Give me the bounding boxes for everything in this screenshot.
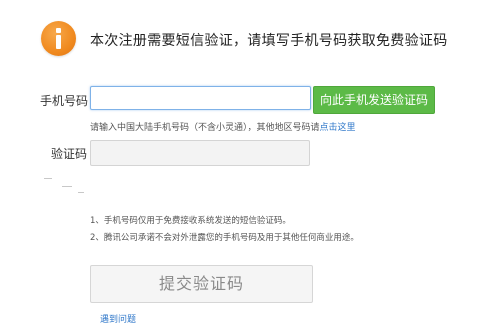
help-link[interactable]: 遇到问题 [100, 312, 136, 325]
speck-mark [44, 178, 52, 179]
notes-list: 1、手机号码仅用于免费接收系统发送的短信验证码。 2、腾讯公司承诺不会对外泄露您… [90, 213, 359, 247]
sms-verification-page: 本次注册需要短信验证，请填写手机号码获取免费验证码 手机号码 向此手机发送验证码… [0, 0, 490, 330]
note-item: 2、腾讯公司承诺不会对外泄露您的手机号码及用于其他任何商业用途。 [90, 233, 359, 243]
submit-code-button[interactable]: 提交验证码 [90, 265, 313, 303]
info-icon [41, 21, 76, 56]
note-item: 1、手机号码仅用于免费接收系统发送的短信验证码。 [90, 216, 291, 226]
phone-hint: 请输入中国大陆手机号码（不含小灵通），其他地区号码请点击这里 [90, 120, 356, 133]
page-title: 本次注册需要短信验证，请填写手机号码获取免费验证码 [90, 33, 448, 49]
phone-input[interactable] [90, 86, 311, 110]
code-input[interactable] [90, 140, 310, 166]
speck-mark [78, 192, 84, 193]
other-region-link[interactable]: 点击这里 [320, 123, 356, 133]
code-label: 验证码 [51, 147, 88, 161]
speck-mark [62, 186, 72, 187]
phone-hint-text: 请输入中国大陆手机号码（不含小灵通），其他地区号码请 [90, 123, 320, 133]
send-code-button[interactable]: 向此手机发送验证码 [313, 86, 435, 114]
phone-label: 手机号码 [40, 94, 89, 108]
